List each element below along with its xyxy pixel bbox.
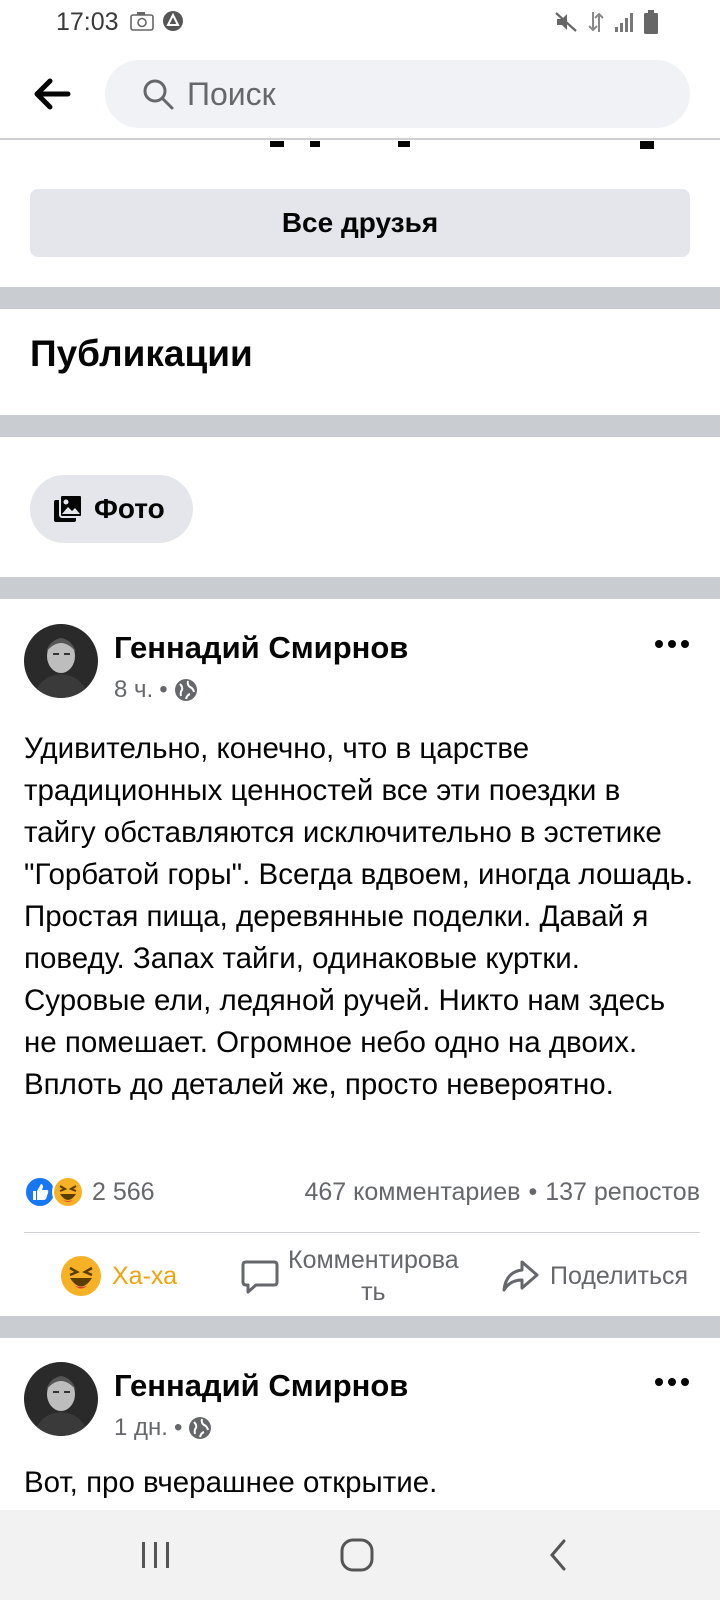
stats-separator: • (528, 1177, 538, 1206)
haha-emoji-icon (61, 1256, 101, 1296)
clipped-content (0, 140, 720, 152)
top-bar: Поиск (0, 46, 720, 140)
section-divider (0, 577, 720, 599)
status-bar: 17:03 (0, 0, 720, 46)
search-placeholder: Поиск (187, 75, 276, 112)
post-header: Геннадий Смирнов 8 ч. • (0, 624, 720, 714)
status-right-icons (554, 10, 658, 34)
status-time: 17:03 (56, 8, 119, 36)
avatar[interactable] (24, 624, 98, 698)
battery-icon (644, 10, 658, 34)
more-horizontal-icon (655, 640, 689, 648)
recent-apps-button[interactable] (126, 1530, 186, 1580)
photos-icon (54, 494, 83, 522)
back-nav-button[interactable] (528, 1530, 588, 1580)
post-text: Удивительно, конечно, что в царстве трад… (24, 732, 694, 1101)
system-navigation-bar (0, 1510, 720, 1600)
shares-count[interactable]: 137 репостов (545, 1178, 700, 1207)
comment-label-line1: Комментирова (288, 1246, 459, 1274)
post-more-button[interactable] (652, 634, 692, 654)
post-text: Вот, про вчерашнее открытие. (24, 1466, 438, 1499)
chevron-left-icon (550, 1539, 566, 1571)
post-meta: 1 дн. • (114, 1414, 212, 1442)
mute-icon (555, 12, 577, 32)
haha-label: Ха-ха (112, 1261, 178, 1290)
share-label: Поделиться (550, 1261, 689, 1290)
actions-divider (24, 1232, 700, 1233)
post-stats: 467 комментариев • 137 репостов (304, 1178, 700, 1207)
post-reactions-row: 2 566 467 комментариев • 137 репостов (24, 1172, 700, 1212)
photo-chip-label: Фото (94, 493, 165, 524)
haha-reaction-button[interactable]: Ха-ха (60, 1238, 177, 1314)
status-left-icons (130, 10, 184, 32)
avatar[interactable] (24, 1362, 98, 1436)
section-divider (0, 415, 720, 437)
comments-count[interactable]: 467 комментариев (304, 1178, 520, 1207)
recent-apps-icon (142, 1542, 169, 1568)
signal-icon (615, 13, 633, 32)
comment-label-line2: ть (361, 1278, 386, 1306)
app-notification-icon (163, 11, 183, 31)
share-icon (502, 1260, 539, 1292)
search-icon (143, 79, 174, 110)
more-horizontal-icon (655, 1378, 689, 1386)
all-friends-button[interactable]: Все друзья (30, 189, 690, 257)
photo-filter-chip[interactable]: Фото (30, 475, 193, 543)
data-transfer-icon (588, 12, 604, 32)
post-time[interactable]: 8 ч. (114, 676, 153, 704)
meta-separator: • (173, 1414, 183, 1441)
section-divider (0, 1316, 720, 1338)
author-avatar-image (24, 1362, 98, 1436)
search-input[interactable]: Поиск (105, 60, 690, 128)
post-author-name[interactable]: Геннадий Смирнов (114, 1368, 408, 1404)
back-button[interactable] (30, 74, 74, 114)
author-avatar-image (24, 624, 98, 698)
post-meta: 8 ч. • (114, 676, 198, 704)
publications-title: Публикации (30, 333, 253, 374)
post-header: Геннадий Смирнов 1 дн. • (0, 1362, 720, 1452)
globe-icon (189, 1417, 212, 1439)
reaction-count[interactable]: 2 566 (92, 1178, 155, 1207)
haha-reaction-icon (52, 1176, 84, 1208)
share-button[interactable]: Поделиться (500, 1238, 688, 1314)
post-time[interactable]: 1 дн. (114, 1414, 168, 1442)
globe-icon (174, 679, 197, 701)
comment-label: Комментирова ть (288, 1244, 459, 1308)
section-divider (0, 287, 720, 309)
post-author-name[interactable]: Геннадий Смирнов (114, 630, 408, 666)
comment-button[interactable]: Комментирова ть (240, 1238, 459, 1314)
post-more-button[interactable] (652, 1372, 692, 1392)
home-icon (340, 1538, 374, 1572)
comment-icon (241, 1260, 279, 1294)
post-actions: Ха-ха Комментирова ть Поделиться (0, 1238, 720, 1314)
home-button[interactable] (327, 1530, 387, 1580)
screenshot-icon (130, 12, 154, 31)
reaction-icons[interactable] (24, 1176, 86, 1208)
meta-separator: • (159, 676, 168, 703)
arrow-left-icon (34, 78, 71, 110)
